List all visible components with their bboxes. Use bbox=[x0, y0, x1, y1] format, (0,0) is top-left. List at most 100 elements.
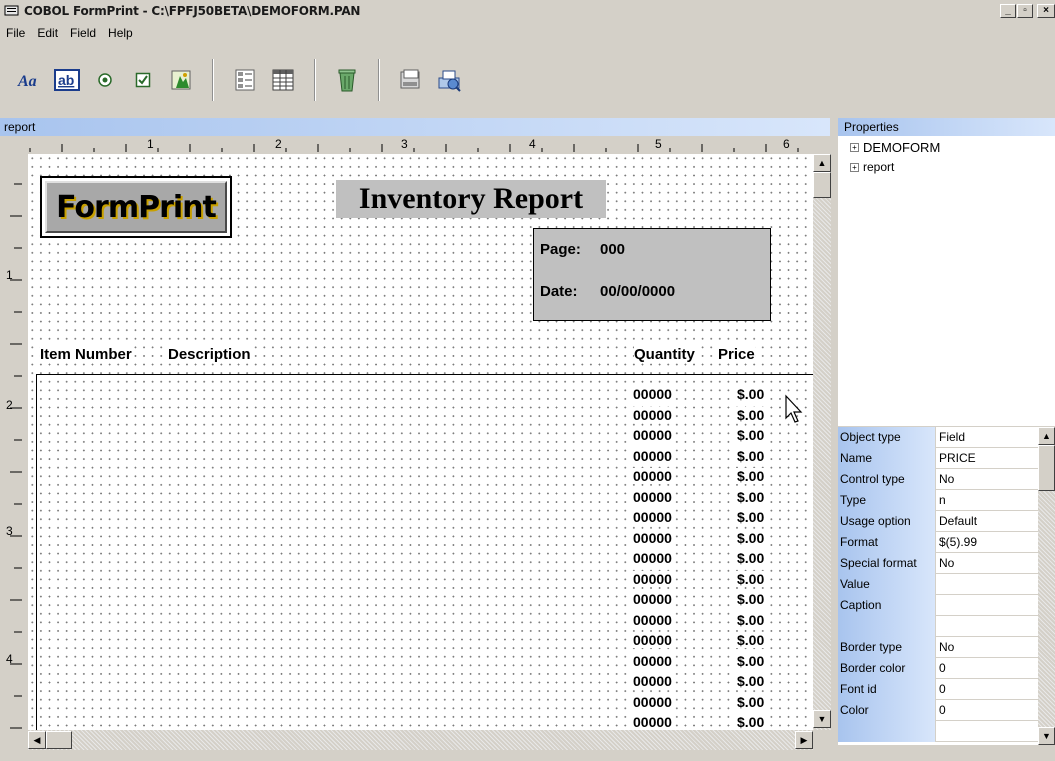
table-tool-button[interactable] bbox=[268, 65, 298, 95]
price-field[interactable]: $.00 bbox=[736, 632, 766, 648]
property-row[interactable]: Color 0 bbox=[838, 700, 1038, 721]
property-row[interactable]: Border type No bbox=[838, 637, 1038, 658]
canvas-vertical-scrollbar[interactable]: ▲ ▼ bbox=[813, 154, 831, 730]
quantity-field[interactable]: 00000 bbox=[632, 693, 673, 710]
property-row[interactable] bbox=[838, 616, 1038, 637]
expand-icon[interactable]: + bbox=[850, 143, 859, 152]
quantity-field[interactable]: 00000 bbox=[632, 611, 673, 628]
quantity-field[interactable]: 00000 bbox=[632, 509, 673, 525]
property-row[interactable]: Special format No bbox=[838, 553, 1038, 574]
price-field[interactable]: $.00 bbox=[736, 693, 766, 710]
property-value[interactable]: PRICE bbox=[936, 448, 1038, 468]
property-row[interactable]: Border color 0 bbox=[838, 658, 1038, 679]
scroll-down-button[interactable]: ▼ bbox=[813, 710, 831, 728]
property-value[interactable]: Default bbox=[936, 511, 1038, 531]
property-value[interactable]: $(5).99 bbox=[936, 532, 1038, 552]
report-design-canvas[interactable]: FormPrint Inventory Report Page: 000 Dat… bbox=[28, 154, 813, 730]
checkbox-tool-button[interactable] bbox=[128, 65, 158, 95]
property-row[interactable] bbox=[838, 721, 1038, 742]
text-tool-button[interactable]: Aa bbox=[14, 65, 44, 95]
quantity-field[interactable]: 00000 bbox=[632, 488, 673, 505]
column-header-item-number[interactable]: Item Number bbox=[40, 346, 132, 363]
price-field[interactable]: $.00 bbox=[736, 570, 766, 587]
property-value[interactable]: n bbox=[936, 490, 1038, 510]
column-header-price[interactable]: Price bbox=[718, 346, 755, 363]
scroll-left-button[interactable]: ◀ bbox=[28, 731, 46, 749]
property-row[interactable]: Type n bbox=[838, 490, 1038, 511]
price-field[interactable]: $.00 bbox=[736, 714, 766, 730]
column-header-description[interactable]: Description bbox=[168, 346, 251, 363]
property-value[interactable] bbox=[936, 616, 1038, 636]
price-field[interactable]: $.00 bbox=[736, 673, 766, 689]
property-value[interactable]: 0 bbox=[936, 700, 1038, 720]
price-field[interactable]: $.00 bbox=[736, 427, 766, 443]
expand-icon[interactable]: + bbox=[850, 162, 859, 172]
page-info-box[interactable]: Page: 000 Date: 00/00/0000 bbox=[533, 228, 771, 321]
quantity-field[interactable]: 00000 bbox=[632, 673, 673, 689]
preview-tool-button[interactable] bbox=[396, 65, 426, 95]
price-field[interactable]: $.00 bbox=[736, 386, 766, 402]
maximize-button[interactable]: ▫ bbox=[1017, 4, 1033, 18]
horizontal-scroll-thumb[interactable] bbox=[46, 731, 72, 749]
quantity-field[interactable]: 00000 bbox=[632, 447, 673, 464]
property-row[interactable]: Caption bbox=[838, 595, 1038, 616]
radio-tool-button[interactable] bbox=[90, 65, 120, 95]
property-row[interactable]: Usage option Default bbox=[838, 511, 1038, 532]
property-value[interactable] bbox=[936, 721, 1038, 741]
scroll-right-button[interactable]: ▶ bbox=[795, 731, 813, 749]
scroll-up-button[interactable]: ▲ bbox=[1038, 427, 1055, 445]
property-row[interactable]: Font id 0 bbox=[838, 679, 1038, 700]
menu-help[interactable]: Help bbox=[102, 26, 139, 40]
quantity-field[interactable]: 00000 bbox=[632, 406, 673, 423]
price-field[interactable]: $.00 bbox=[736, 529, 766, 546]
menu-field[interactable]: Field bbox=[64, 26, 102, 40]
price-field[interactable]: $.00 bbox=[736, 509, 766, 525]
report-heading-field[interactable]: Inventory Report bbox=[336, 180, 606, 218]
quantity-field[interactable]: 00000 bbox=[632, 652, 673, 669]
vertical-scroll-thumb[interactable] bbox=[813, 172, 831, 198]
property-value[interactable] bbox=[936, 595, 1038, 615]
property-row[interactable]: Name PRICE bbox=[838, 448, 1038, 469]
delete-tool-button[interactable] bbox=[332, 65, 362, 95]
property-value[interactable]: 0 bbox=[936, 679, 1038, 699]
scroll-down-button[interactable]: ▼ bbox=[1038, 727, 1055, 745]
quantity-field[interactable]: 00000 bbox=[632, 550, 673, 566]
page-value-field[interactable]: 000 bbox=[600, 241, 625, 258]
canvas-horizontal-scrollbar[interactable]: ◀ ▶ bbox=[28, 730, 813, 750]
list-tool-button[interactable] bbox=[230, 65, 260, 95]
property-row[interactable]: Format $(5).99 bbox=[838, 532, 1038, 553]
column-header-quantity[interactable]: Quantity bbox=[634, 346, 695, 363]
quantity-field[interactable]: 00000 bbox=[632, 570, 673, 587]
close-button[interactable]: × bbox=[1037, 4, 1055, 18]
formprint-logo-field[interactable]: FormPrint bbox=[40, 176, 232, 238]
quantity-field[interactable]: 00000 bbox=[632, 632, 673, 648]
properties-scrollbar[interactable]: ▲ ▼ bbox=[1038, 427, 1055, 745]
image-tool-button[interactable] bbox=[166, 65, 196, 95]
price-field[interactable]: $.00 bbox=[736, 591, 766, 607]
date-value-field[interactable]: 00/00/0000 bbox=[600, 283, 675, 300]
print-tool-button[interactable] bbox=[434, 65, 464, 95]
tree-item-report[interactable]: + report bbox=[850, 160, 894, 174]
menu-edit[interactable]: Edit bbox=[31, 26, 64, 40]
price-field[interactable]: $.00 bbox=[736, 447, 766, 464]
property-value[interactable]: 0 bbox=[936, 658, 1038, 678]
field-tool-button[interactable]: ab bbox=[52, 65, 82, 95]
price-field[interactable]: $.00 bbox=[736, 406, 766, 423]
property-value[interactable] bbox=[936, 574, 1038, 594]
quantity-field[interactable]: 00000 bbox=[632, 386, 673, 402]
property-value[interactable]: No bbox=[936, 469, 1038, 489]
scroll-up-button[interactable]: ▲ bbox=[813, 154, 831, 172]
quantity-field[interactable]: 00000 bbox=[632, 468, 673, 484]
price-field[interactable]: $.00 bbox=[736, 611, 766, 628]
property-value[interactable]: Field bbox=[936, 427, 1038, 447]
tree-item-demoform[interactable]: + DEMOFORM bbox=[850, 140, 940, 155]
menu-file[interactable]: File bbox=[0, 26, 31, 40]
properties-scroll-thumb[interactable] bbox=[1038, 445, 1055, 491]
property-row[interactable]: Value bbox=[838, 574, 1038, 595]
detail-section[interactable] bbox=[36, 374, 813, 730]
price-field[interactable]: $.00 bbox=[736, 488, 766, 505]
property-value[interactable]: No bbox=[936, 553, 1038, 573]
minimize-button[interactable]: _ bbox=[1000, 4, 1016, 18]
price-field[interactable]: $.00 bbox=[736, 550, 766, 566]
price-field[interactable]: $.00 bbox=[736, 652, 766, 669]
